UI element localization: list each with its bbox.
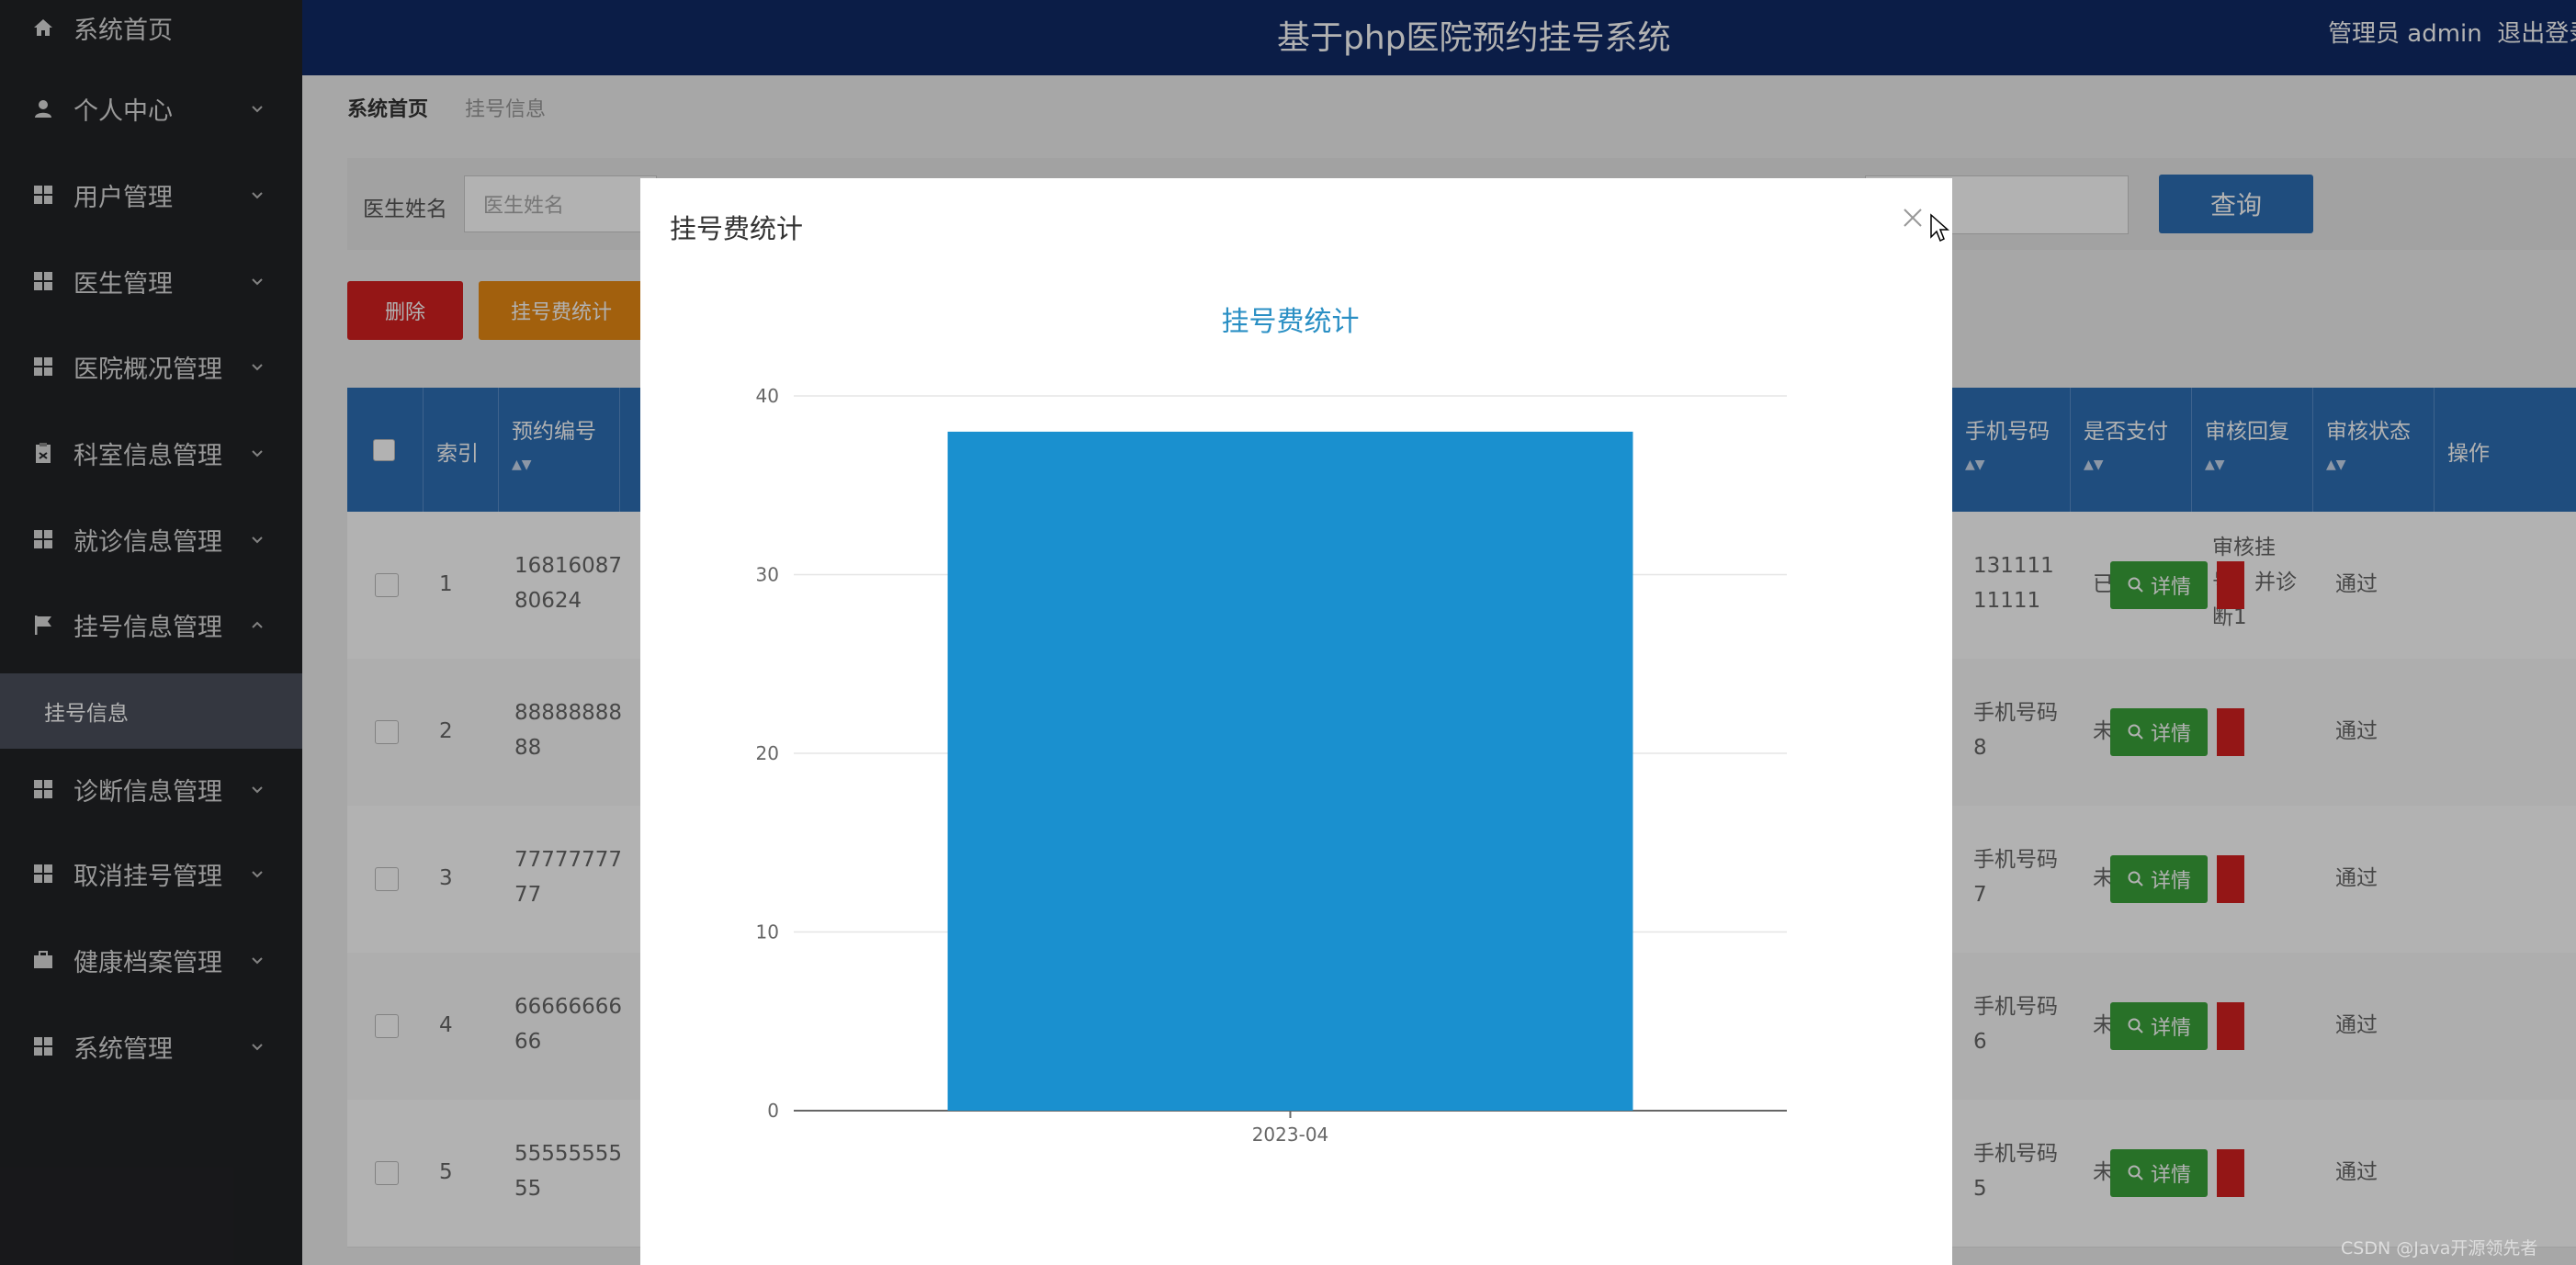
chart-title: 挂号费统计 [1222, 306, 1360, 338]
y-tick-label: 20 [756, 742, 779, 764]
watermark: CSDN @Java开源领先者 [2341, 1238, 2538, 1259]
y-tick-label: 40 [756, 385, 779, 407]
y-tick-label: 0 [767, 1100, 779, 1122]
bar[interactable] [947, 431, 1633, 1111]
y-tick-label: 10 [756, 921, 779, 943]
fee-bar-chart: 挂号费统计 0 10 20 30 40 2023-04 [756, 306, 1787, 1146]
fee-stats-modal: 挂号费统计 挂号费统计 0 10 20 30 40 2023-04 [640, 178, 1952, 1265]
mouse-cursor-icon [1930, 213, 1949, 243]
y-tick-label: 30 [756, 564, 779, 586]
x-tick-label: 2023-04 [1252, 1124, 1329, 1146]
